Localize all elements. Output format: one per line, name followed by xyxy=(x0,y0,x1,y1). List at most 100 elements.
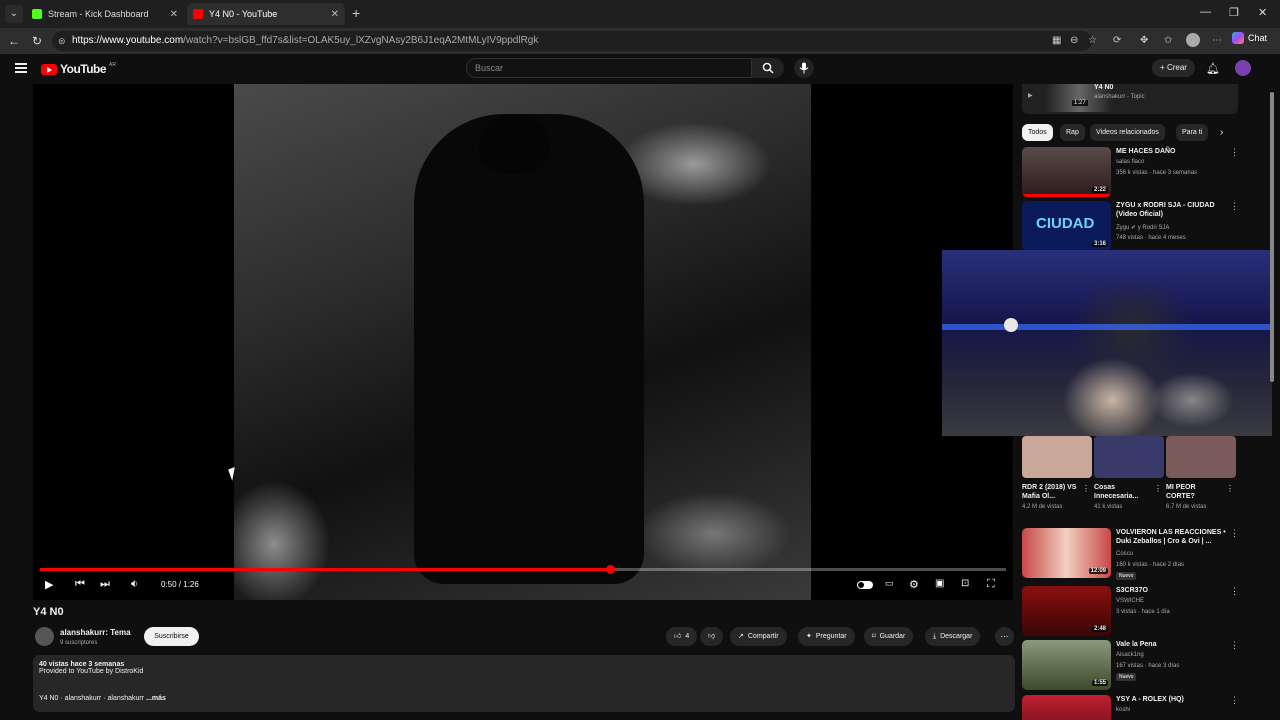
short-item[interactable]: RDR 2 (2018) VS Mafia Ol... 4.2 M de vis… xyxy=(1022,436,1092,510)
short-item[interactable]: Cosas Innecesaria... 41 k vistas ⋮ xyxy=(1094,436,1164,510)
browser-tab-youtube[interactable]: Y4 N0 - YouTube ✕ xyxy=(187,3,345,25)
video-duration: 2:22 xyxy=(1091,187,1108,193)
video-channel: Coscu xyxy=(1116,551,1134,557)
previous-icon[interactable]: ⏮ xyxy=(75,578,85,591)
more-options-icon[interactable]: ⋮ xyxy=(1082,484,1090,493)
video-meta: 160 k vistas · hace 2 días xyxy=(1116,562,1185,568)
video-channel: salas flaco xyxy=(1116,159,1145,165)
browser-tab-kick[interactable]: Stream - Kick Dashboard ✕ xyxy=(26,3,184,25)
restore-icon[interactable]: ❐ xyxy=(1229,6,1239,19)
menu-icon[interactable] xyxy=(15,63,27,73)
chip-for-you[interactable]: Para ti xyxy=(1176,124,1209,141)
minimize-icon[interactable]: — xyxy=(1200,6,1211,18)
related-video[interactable]: YSY A - ROLEX (HQ) koshi ⋮ xyxy=(1022,695,1238,720)
related-video[interactable]: 2:48 S3CR37O VSWICHE 3 vistas · hace 1 d… xyxy=(1022,586,1239,636)
voice-search-button[interactable] xyxy=(794,58,814,78)
autoplay-toggle[interactable] xyxy=(857,581,873,589)
zoom-icon[interactable]: ⊖ xyxy=(1070,35,1078,46)
video-title: VOLVIERON LAS REACCIONES • Duki Zeballos… xyxy=(1116,529,1226,545)
close-window-icon[interactable]: ✕ xyxy=(1258,6,1267,19)
short-views: 41 k vistas xyxy=(1094,504,1123,510)
short-thumbnail xyxy=(1166,436,1236,478)
notifications-bell-icon[interactable]: 🔔︎ xyxy=(1206,62,1220,75)
copilot-chat-button[interactable]: Chat xyxy=(1232,32,1267,44)
chevron-right-icon[interactable]: › xyxy=(1220,127,1223,138)
chip-rap[interactable]: Rap xyxy=(1060,124,1085,141)
more-options-icon[interactable]: ⋯ xyxy=(1212,35,1222,46)
youtube-logo[interactable]: YouTube AR xyxy=(41,62,116,76)
search-input[interactable]: Buscar xyxy=(466,58,752,78)
next-icon[interactable]: ⏭ xyxy=(100,578,110,591)
video-channel: Aisack1ng xyxy=(1116,652,1144,658)
more-actions-icon[interactable]: ⋯ xyxy=(995,627,1014,646)
youtube-favicon-icon xyxy=(193,9,203,19)
close-tab-icon[interactable]: ✕ xyxy=(331,9,339,20)
channel-name[interactable]: alanshakurr: Tema xyxy=(60,628,131,637)
more-options-icon[interactable]: ⋮ xyxy=(1230,528,1239,539)
favorites-bar-icon[interactable]: ✩ xyxy=(1164,35,1172,46)
like-button[interactable]: 👍︎ 4 xyxy=(666,627,698,646)
theater-mode-icon[interactable]: ▣ xyxy=(935,578,944,589)
search-button[interactable] xyxy=(752,58,784,78)
download-button[interactable]: ⤓ Descargar xyxy=(925,627,981,646)
url-path: /watch?v=bslGB_ffd7s&list=OLAK5uy_lXZvgN… xyxy=(183,35,539,46)
chip-related[interactable]: Videos relacionados xyxy=(1090,124,1165,141)
extensions-icon[interactable]: ⟳ xyxy=(1113,35,1121,46)
share-button[interactable]: ↗ Compartir xyxy=(730,627,787,646)
more-options-icon[interactable]: ⋮ xyxy=(1230,201,1239,212)
fullscreen-icon[interactable]: ⛶ xyxy=(987,578,995,591)
scrubber-handle[interactable] xyxy=(605,565,615,574)
dislike-button[interactable]: 👎︎ xyxy=(700,627,724,646)
video-channel: VSWICHE xyxy=(1116,598,1145,604)
volume-icon[interactable]: 🔉︎ xyxy=(131,578,138,591)
playlist-now-playing[interactable]: ▶ 1:27 Y4 N0 alanshakurr - Topic xyxy=(1022,84,1238,114)
create-button[interactable]: + Crear xyxy=(1152,59,1195,77)
extension-icon[interactable]: ✥ xyxy=(1140,35,1148,46)
account-avatar[interactable] xyxy=(1235,60,1251,76)
back-icon[interactable]: ← xyxy=(8,34,20,48)
more-options-icon[interactable]: ⋮ xyxy=(1226,484,1234,493)
page-scrollbar[interactable] xyxy=(1270,92,1274,382)
browser-profile-avatar[interactable] xyxy=(1186,33,1200,47)
description-box[interactable]: 40 vistas hace 3 semanas Provided to You… xyxy=(33,655,1015,712)
subscribe-button[interactable]: Suscribirse xyxy=(144,627,199,646)
description-line: Y4 N0 · alanshakurr · alanshakurr xyxy=(39,695,145,702)
show-more-link[interactable]: ...más xyxy=(146,695,166,702)
channel-avatar[interactable] xyxy=(35,627,54,646)
chip-todos[interactable]: Todos xyxy=(1022,124,1053,141)
related-video[interactable]: 12:09 VOLVIERON LAS REACCIONES • Duki Ze… xyxy=(1022,528,1239,580)
related-video[interactable]: 2:22 ME HACES DAÑO salas flaco 356 k vis… xyxy=(1022,147,1239,197)
url-field[interactable]: ⊜ https://www.youtube.com/watch?v=bslGB_f… xyxy=(52,31,1092,51)
save-button[interactable]: ⌑ Guardar xyxy=(864,627,914,646)
more-options-icon[interactable]: ⋮ xyxy=(1230,640,1239,651)
related-video[interactable]: 1:55 Vale la Pena Aisack1ng 167 vistas ·… xyxy=(1022,640,1239,690)
related-video[interactable]: CIUDAD 3:16 ZYGU x RODRI SJA - CIUDAD (Vi… xyxy=(1022,201,1239,251)
more-options-icon[interactable]: ⋮ xyxy=(1230,147,1239,158)
favorite-icon[interactable]: ☆ xyxy=(1088,35,1097,46)
refresh-icon[interactable]: ↻ xyxy=(32,34,42,48)
subtitles-icon[interactable]: ▭ xyxy=(885,578,894,589)
now-playing-subtitle: alanshakurr - Topic xyxy=(1094,94,1145,100)
copilot-icon xyxy=(1232,32,1244,44)
short-item[interactable]: MI PEOR CORTE? 6.7 M de vistas ⋮ xyxy=(1166,436,1236,510)
new-tab-icon[interactable]: + xyxy=(352,5,360,21)
tab-menu-button[interactable]: ⌄ xyxy=(5,5,23,23)
apps-icon[interactable]: ▦ xyxy=(1052,35,1061,46)
url-host: https://www.youtube.com xyxy=(72,35,184,46)
more-options-icon[interactable]: ⋮ xyxy=(1230,695,1238,706)
short-title: MI PEOR CORTE? xyxy=(1166,484,1196,500)
video-player[interactable]: ▶ ⏮ ⏭ 🔉︎ 0:50 / 1:26 ▭ ⚙ ▣ ⊡ ⛶ xyxy=(33,84,1013,600)
site-info-icon[interactable]: ⊜ xyxy=(58,31,66,51)
more-options-icon[interactable]: ⋮ xyxy=(1154,484,1162,493)
save-label: Guardar xyxy=(879,633,906,640)
short-views: 4.2 M de vistas xyxy=(1022,504,1063,510)
cast-icon[interactable]: ⊡ xyxy=(961,578,969,589)
close-tab-icon[interactable]: ✕ xyxy=(170,9,178,20)
settings-gear-icon[interactable]: ⚙ xyxy=(909,578,919,591)
more-options-icon[interactable]: ⋮ xyxy=(1230,586,1239,597)
video-frame[interactable] xyxy=(234,84,811,600)
ask-button[interactable]: ✦ Preguntar xyxy=(798,627,855,646)
play-icon[interactable]: ▶ xyxy=(45,578,53,591)
progress-bar[interactable] xyxy=(40,565,1006,574)
video-duration: 2:48 xyxy=(1091,626,1108,632)
